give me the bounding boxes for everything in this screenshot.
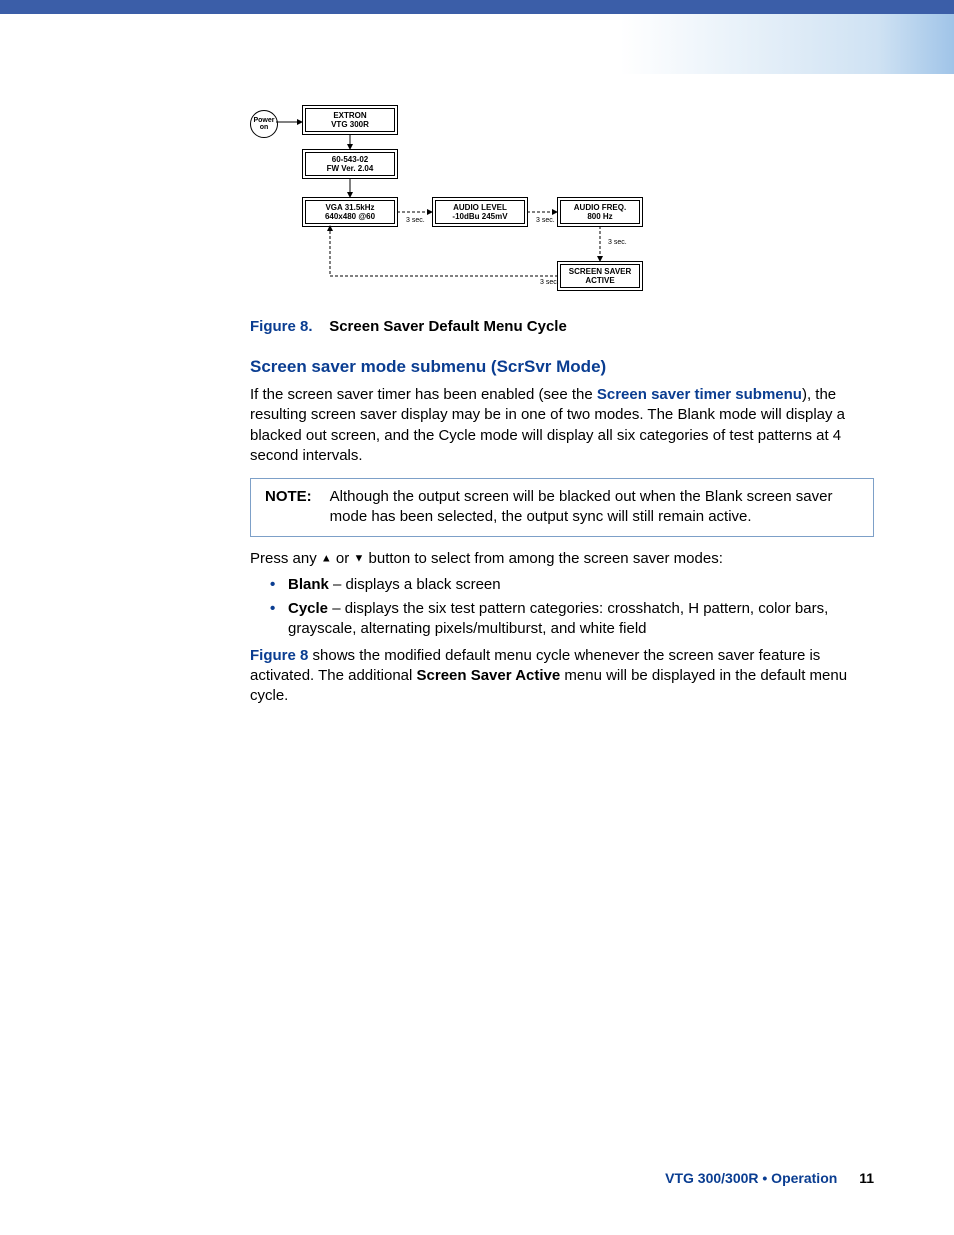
box-firmware: 60-543-02 FW Ver. 2.04 [305,152,395,176]
delay-label-1: 3 sec. [406,217,425,225]
screen-saver-timer-link[interactable]: Screen saver timer submenu [597,386,802,403]
paragraph-figure-ref: Figure 8 shows the modified default menu… [250,646,874,707]
footer-title: VTG 300/300R • Operation [665,1170,837,1186]
delay-label-4: 3 sec. [540,279,559,287]
box-audio-freq: AUDIO FREQ. 800 Hz [560,200,640,224]
paragraph-intro: If the screen saver timer has been enabl… [250,385,874,466]
option-cycle: Cycle – displays the six test pattern ca… [270,599,874,640]
box-vga: VGA 31.5kHz 640x480 @60 [305,200,395,224]
figure-title: Screen Saver Default Menu Cycle [329,318,567,335]
paragraph-press-any: Press any ▲ or ▼ button to select from a… [250,549,874,569]
box-screen-saver: SCREEN SAVER ACTIVE [560,264,640,288]
figure-caption: Figure 8. Screen Saver Default Menu Cycl… [250,318,874,335]
page-content: Power on EXTRON VTG 300R 60-543-02 FW Ve… [0,74,954,706]
figure-label: Figure 8. [250,318,313,335]
box-extron: EXTRON VTG 300R [305,108,395,132]
delay-label-3: 3 sec. [608,239,627,247]
page-number: 11 [859,1170,874,1186]
option-blank: Blank – displays a black screen [270,575,874,595]
power-on-node: Power on [250,110,278,138]
down-arrow-icon: ▼ [353,552,364,564]
delay-label-2: 3 sec. [536,217,555,225]
page-footer: VTG 300/300R • Operation 11 [0,1170,954,1186]
box-audio-level: AUDIO LEVEL -10dBu 245mV [435,200,525,224]
mode-options-list: Blank – displays a black screen Cycle – … [250,575,874,640]
up-arrow-icon: ▲ [321,552,332,564]
note-label: NOTE: [265,487,312,528]
note-box: NOTE: Although the output screen will be… [250,478,874,537]
figure-8-link[interactable]: Figure 8 [250,647,308,664]
page-header-gradient [0,0,954,74]
section-heading: Screen saver mode submenu (ScrSvr Mode) [250,357,874,377]
menu-cycle-diagram: Power on EXTRON VTG 300R 60-543-02 FW Ve… [250,104,650,304]
note-text: Although the output screen will be black… [330,487,859,528]
